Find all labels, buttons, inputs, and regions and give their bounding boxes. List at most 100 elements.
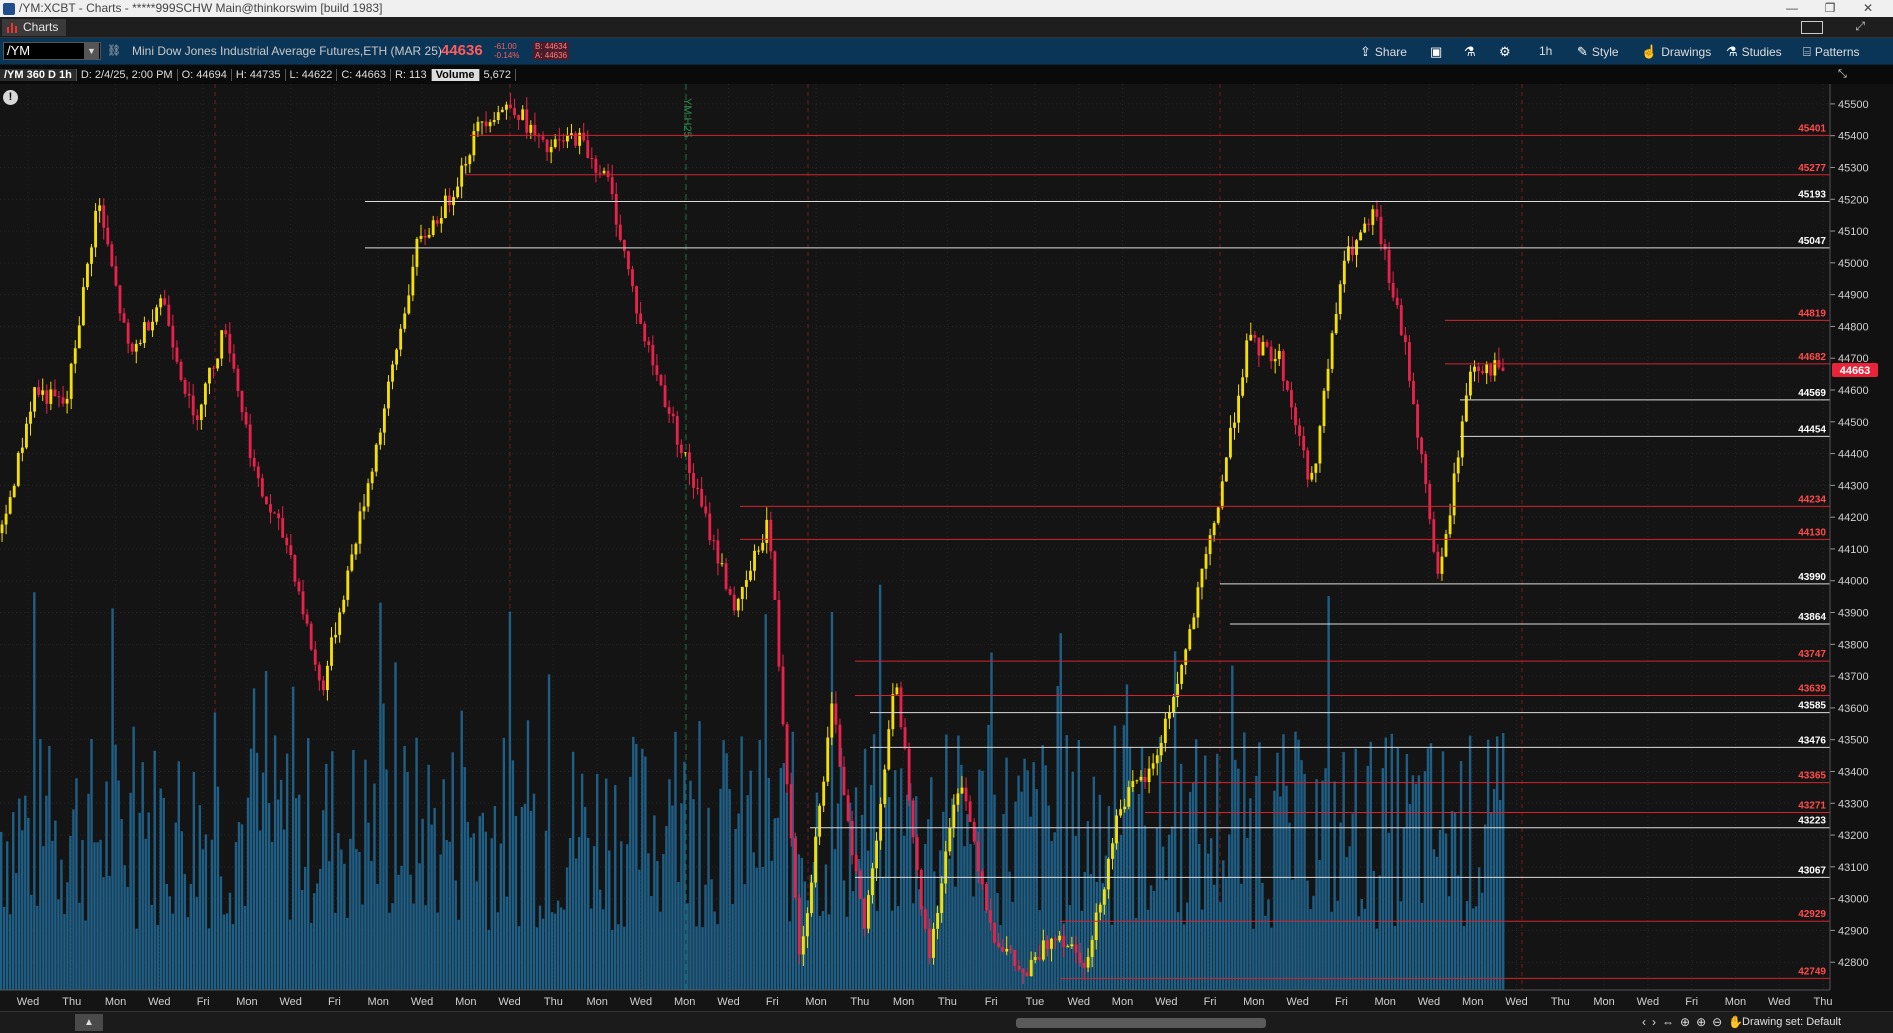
candle-body xyxy=(285,537,289,546)
layout-icon[interactable] xyxy=(1801,21,1823,34)
volume-bar xyxy=(288,919,292,990)
volume-bar xyxy=(1213,884,1216,990)
volume-bar xyxy=(382,703,385,990)
volume-bar xyxy=(966,814,969,990)
candle-body xyxy=(220,330,224,359)
volume-bar xyxy=(60,859,63,990)
candle-body xyxy=(728,588,732,595)
candle-body xyxy=(1273,359,1277,362)
price-chart[interactable]: 42800 42900 43000 43100 43200 43300 43400 43500… xyxy=(0,84,1893,1013)
candle-body xyxy=(895,687,899,695)
candle-body xyxy=(338,612,342,635)
candle-body xyxy=(1082,963,1086,968)
share-button[interactable]: ⇪ Share xyxy=(1360,44,1407,60)
zoom-in-icon[interactable]: ⊕ xyxy=(1696,1015,1706,1029)
volume-bar xyxy=(547,674,551,990)
candle-body xyxy=(293,555,297,582)
patterns-label: Patterns xyxy=(1814,45,1860,59)
x-tick-label: Wed xyxy=(17,996,39,1008)
volume-bar xyxy=(665,826,668,990)
candle-body xyxy=(411,266,415,296)
scroll-left-icon[interactable]: ‹ xyxy=(1642,1015,1646,1029)
horizontal-scrollbar[interactable] xyxy=(1016,1018,1266,1028)
collapse-panel-button[interactable]: ▲ xyxy=(75,1014,103,1031)
scroll-right-icon[interactable]: › xyxy=(1652,1015,1656,1029)
pan-icon[interactable]: ⇔ xyxy=(1662,1015,1674,1029)
candle-body xyxy=(57,396,61,398)
zoom-out-icon[interactable]: ⊖ xyxy=(1712,1015,1722,1029)
x-tick-label: Thu xyxy=(544,996,563,1008)
flask-button[interactable]: ⚗ xyxy=(1464,44,1476,60)
candle-body xyxy=(1330,333,1334,369)
chart-canvas[interactable]: 42800 42900 43000 43100 43200 43300 43400 43500… xyxy=(0,84,1893,1011)
candle-body xyxy=(663,385,667,408)
restore-button[interactable]: ❐ xyxy=(1811,0,1849,17)
symbol-dropdown-icon[interactable]: ▼ xyxy=(84,43,99,59)
volume-bar xyxy=(1234,759,1237,990)
close-button[interactable]: ✕ xyxy=(1849,0,1887,17)
volume-bar xyxy=(999,925,1002,990)
candle-body xyxy=(114,266,118,286)
volume-bar xyxy=(556,900,560,990)
volume-bar xyxy=(550,912,554,990)
volume-bar xyxy=(1228,834,1231,990)
candle-body xyxy=(1326,368,1330,391)
aggregation-button[interactable]: 1h xyxy=(1539,44,1552,58)
candle-body xyxy=(594,158,598,173)
volume-bar xyxy=(102,877,105,990)
candle-body xyxy=(41,390,45,395)
candle-body xyxy=(566,135,569,142)
bar-close: C: 44663 xyxy=(337,68,391,81)
volume-bar xyxy=(1134,918,1138,990)
volume-bar xyxy=(668,779,671,990)
candle-body xyxy=(655,365,659,375)
change-percent: -0.14% xyxy=(494,51,520,60)
y-tick-label: 43600 xyxy=(1838,703,1869,715)
snapshot-button[interactable]: ▣ xyxy=(1430,44,1442,60)
candle-body xyxy=(1216,507,1220,524)
volume-bar xyxy=(1294,731,1297,990)
volume-bar xyxy=(972,896,975,990)
volume-bar xyxy=(1110,924,1114,990)
info-icon[interactable]: ! xyxy=(3,90,18,105)
expand-icon[interactable]: ⤡ xyxy=(1838,68,1847,81)
style-button[interactable]: ✎ Style xyxy=(1577,44,1619,60)
patterns-button[interactable]: ⌸ Patterns xyxy=(1803,44,1860,60)
pin-icon[interactable]: ⤢ xyxy=(1855,19,1865,34)
candle-body xyxy=(1041,940,1045,960)
tab-charts[interactable]: Charts xyxy=(2,19,67,36)
candle-body xyxy=(102,205,106,228)
candle-body xyxy=(1212,523,1216,536)
volume-bar xyxy=(222,914,226,990)
hand-icon[interactable]: ✋ xyxy=(1728,1015,1743,1029)
volume-bar xyxy=(896,906,900,990)
volume-bar xyxy=(319,868,322,990)
candle-body xyxy=(142,322,146,344)
minimize-button[interactable]: — xyxy=(1773,0,1811,17)
candle-body xyxy=(618,224,622,241)
drawings-button[interactable]: ☝ Drawings xyxy=(1641,44,1711,60)
crosshair-icon[interactable]: ⊕ xyxy=(1680,1015,1690,1029)
y-tick-label: 45300 xyxy=(1838,162,1869,174)
candle-body xyxy=(183,379,187,394)
volume-bar xyxy=(800,857,804,990)
volume-bar xyxy=(1116,841,1120,990)
volume-bar xyxy=(1047,805,1050,990)
candle-body xyxy=(744,580,748,587)
volume-bar xyxy=(842,880,846,990)
link-icon[interactable]: ⛓ xyxy=(107,44,121,57)
volume-bar xyxy=(27,817,30,990)
candle-body xyxy=(1196,587,1200,618)
window-titlebar: /YM:XCBT - Charts - *****999SCHW Main@th… xyxy=(0,0,1893,17)
candle-body xyxy=(1322,390,1326,427)
volume-bar xyxy=(207,928,211,990)
volume-bar xyxy=(677,881,680,990)
candle-body xyxy=(1037,957,1041,960)
studies-button[interactable]: ⚗ Studies xyxy=(1726,44,1782,60)
volume-bar xyxy=(620,841,623,990)
candle-body xyxy=(175,347,179,362)
settings-button[interactable]: ⚙ xyxy=(1499,44,1511,60)
candle-body xyxy=(256,466,260,479)
volume-bar xyxy=(987,724,990,990)
candle-body xyxy=(313,649,317,665)
